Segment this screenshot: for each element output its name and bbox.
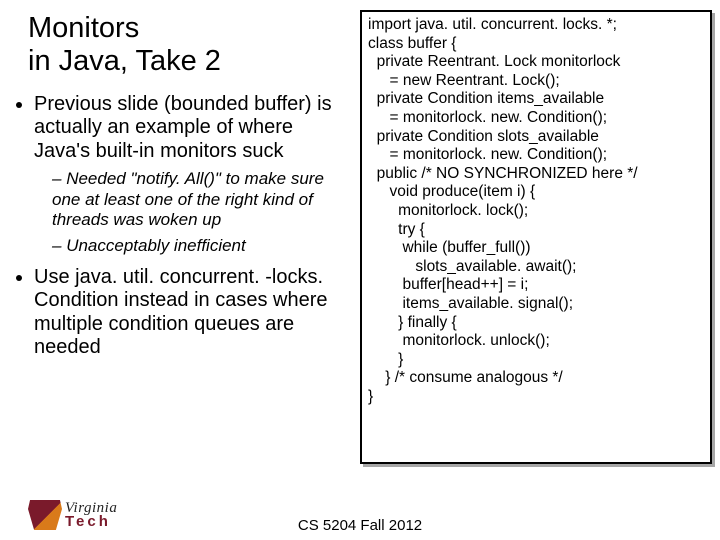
sub-bullet-list-1: Needed "notify. All()" to make sure one … xyxy=(34,169,354,255)
sub-bullet-1: Needed "notify. All()" to make sure one … xyxy=(52,169,354,229)
slide-title: Monitors in Java, Take 2 xyxy=(28,12,354,79)
slide: Monitors in Java, Take 2 Previous slide … xyxy=(0,0,720,540)
left-column: Monitors in Java, Take 2 Previous slide … xyxy=(8,10,360,540)
title-line1: Monitors xyxy=(28,12,139,44)
footer-text: CS 5204 Fall 2012 xyxy=(0,517,720,534)
bullet-1: Previous slide (bounded buffer) is actua… xyxy=(34,93,354,256)
bullet-2: Use java. util. concurrent. -locks. Cond… xyxy=(34,266,354,360)
code-box: import java. util. concurrent. locks. *;… xyxy=(360,10,712,464)
bullet-1-text: Previous slide (bounded buffer) is actua… xyxy=(34,93,332,162)
bullet-list: Previous slide (bounded buffer) is actua… xyxy=(8,93,354,360)
sub-bullet-2: Unacceptably inefficient xyxy=(52,236,354,256)
title-line2: in Java, Take 2 xyxy=(28,45,221,77)
right-column: import java. util. concurrent. locks. *;… xyxy=(360,10,712,540)
